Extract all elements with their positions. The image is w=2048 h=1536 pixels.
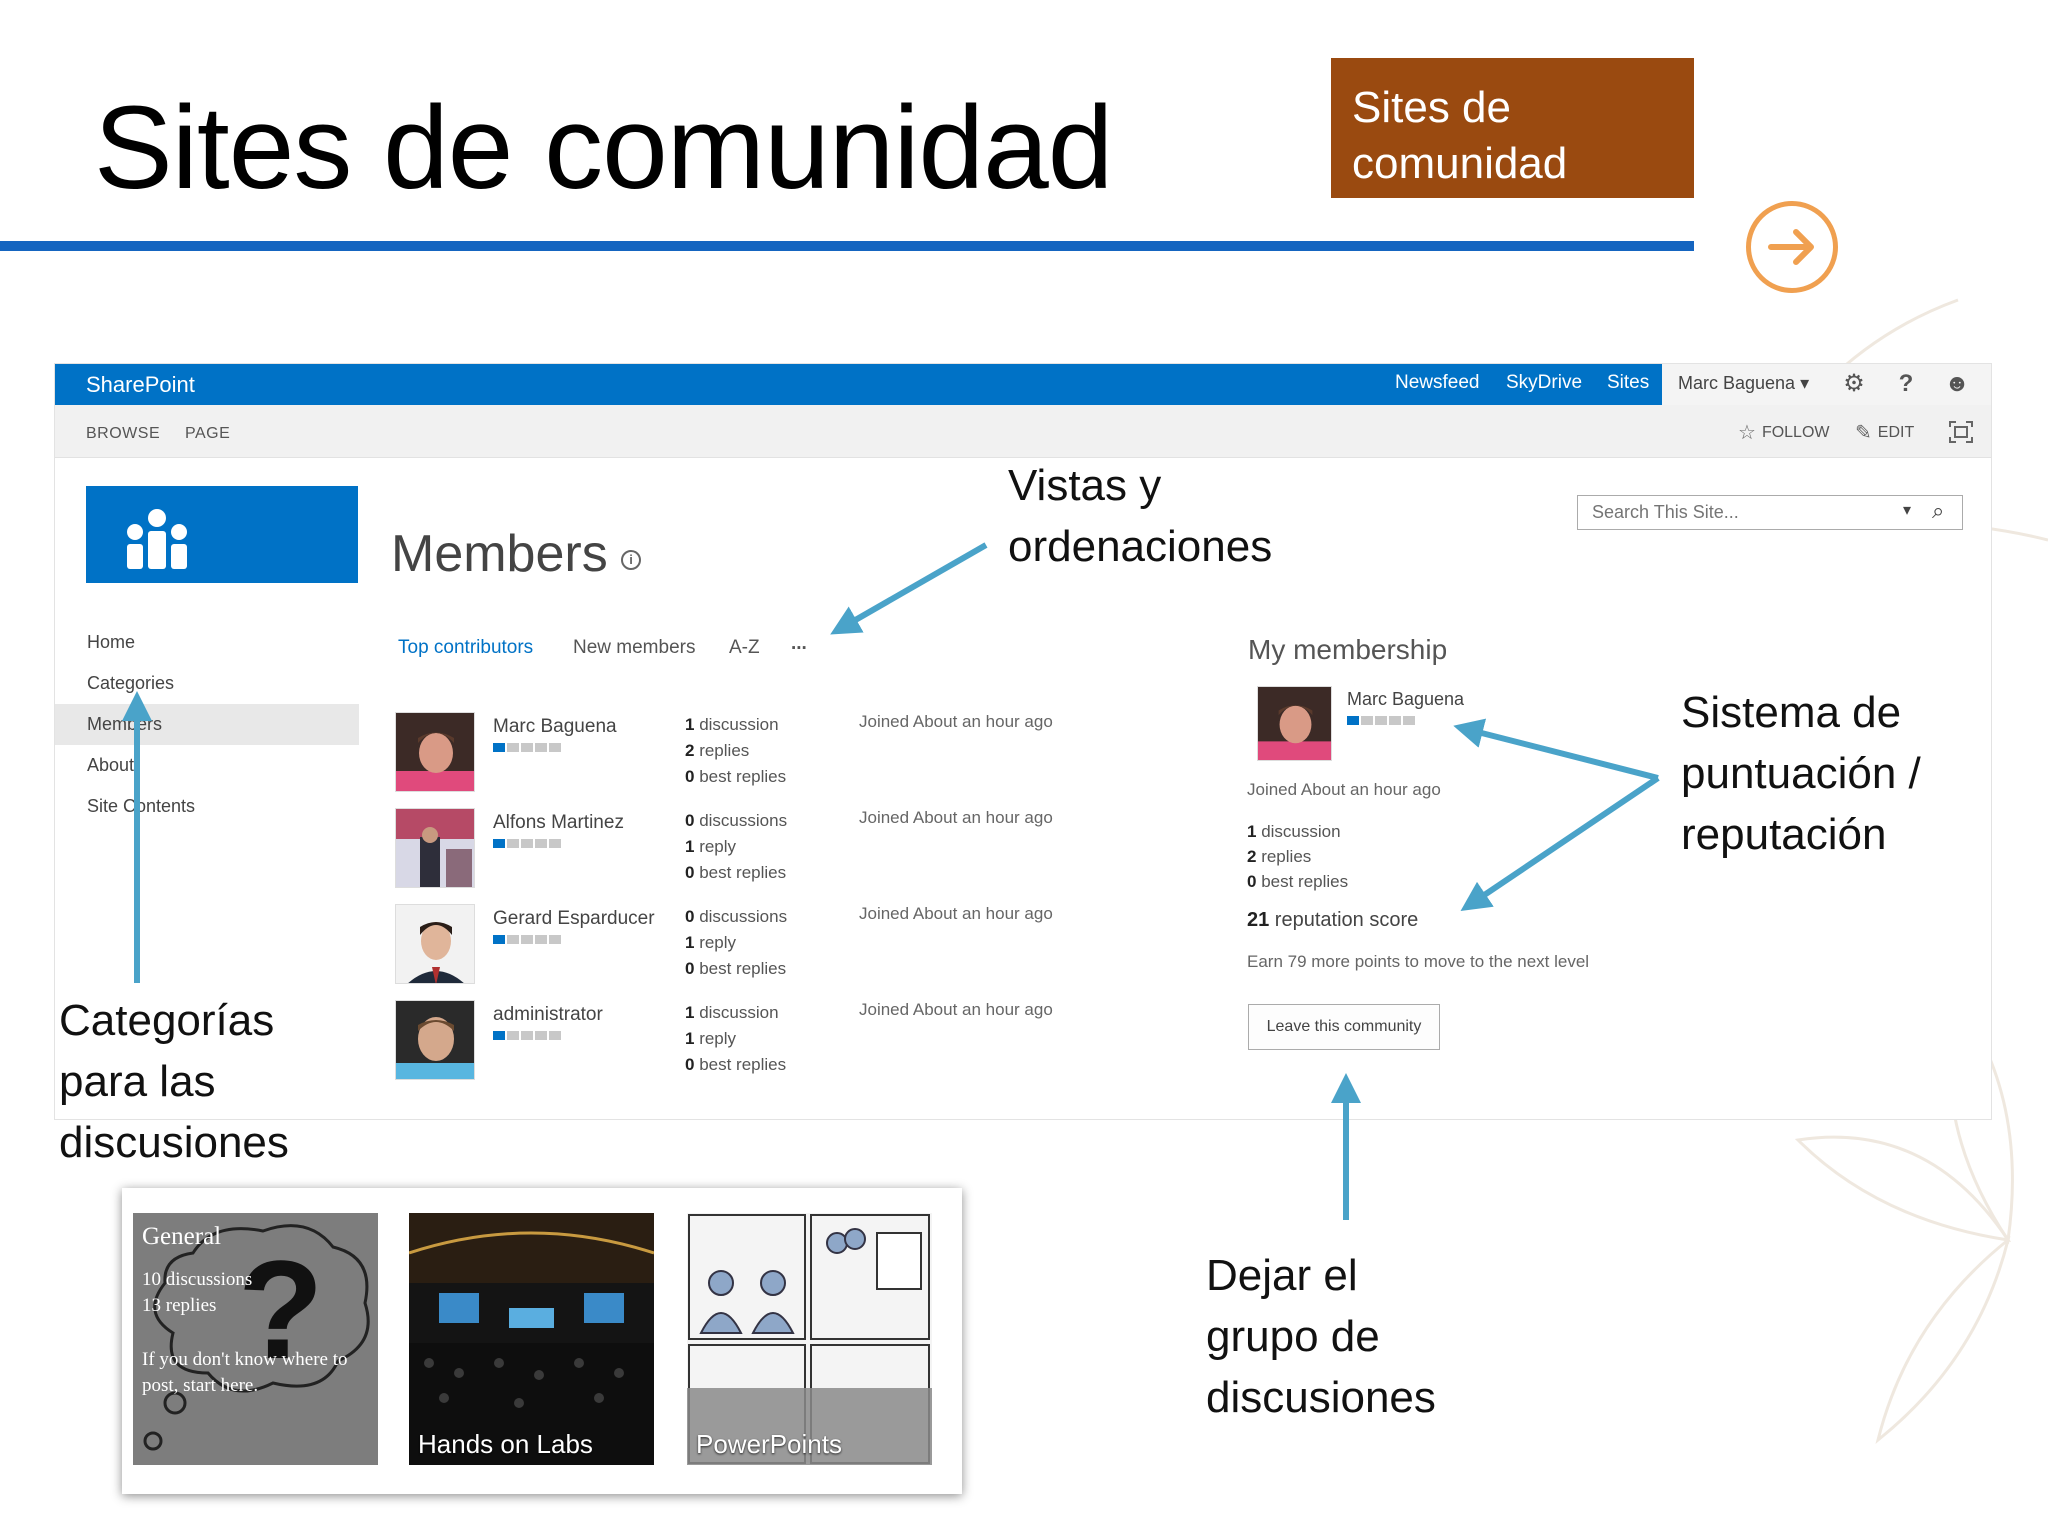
tile-general-title: General	[142, 1223, 222, 1250]
info-icon[interactable]: i	[621, 550, 641, 570]
member-joined: Joined About an hour ago	[859, 1000, 1053, 1019]
sharepoint-brand[interactable]: SharePoint	[86, 372, 195, 398]
member-name[interactable]: Gerard Esparducer	[493, 908, 655, 930]
nav-item-about[interactable]: About	[55, 745, 359, 786]
star-icon: ☆	[1738, 422, 1756, 444]
site-logo[interactable]	[86, 486, 358, 583]
avatar[interactable]	[395, 1000, 475, 1080]
view-new-members[interactable]: New members	[573, 637, 695, 659]
ribbon: BROWSE PAGE ☆ FOLLOW ✎ EDIT	[55, 405, 1991, 458]
leave-community-button[interactable]: Leave this community	[1248, 1004, 1440, 1050]
member-joined: Joined About an hour ago	[859, 808, 1053, 827]
focus-mode-icon[interactable]	[1948, 420, 1974, 444]
ribbon-tab-browse[interactable]: BROWSE	[86, 425, 160, 443]
member-row: administrator 1 discussion 1 reply 0 bes…	[395, 1000, 1053, 1090]
member-row: Gerard Esparducer 0 discussions 1 reply …	[395, 904, 1053, 994]
view-a-z[interactable]: A-Z	[729, 637, 760, 659]
category-tiles: ? General 10 discussions 13 replies If y…	[122, 1188, 962, 1494]
smiley-icon[interactable]: ☻	[1943, 370, 1971, 398]
membership-stats: 1 discussion 2 replies 0 best replies	[1247, 822, 1349, 891]
gear-icon[interactable]: ⚙	[1840, 370, 1868, 398]
suite-bar: SharePoint Newsfeed SkyDrive Sites Marc …	[55, 364, 1991, 405]
next-level-hint: Earn 79 more points to move to the next …	[1247, 952, 1590, 971]
membership-joined: Joined About an hour ago	[1247, 780, 1441, 799]
reputation-bar	[493, 743, 561, 752]
conference-photo	[409, 1213, 654, 1465]
member-row: Marc Baguena 1 discussion 2 replies 0 be…	[395, 712, 1053, 802]
top-nav-skydrive[interactable]: SkyDrive	[1506, 368, 1582, 398]
title-underline	[0, 241, 1694, 251]
tile-hands-on-labs[interactable]: Hands on Labs	[409, 1213, 654, 1465]
tile-powerpoints[interactable]: PowerPoints	[687, 1213, 932, 1465]
nav-item-categories[interactable]: Categories	[55, 663, 359, 704]
membership-reputation-bar	[1347, 716, 1415, 725]
nav-item-members[interactable]: Members	[55, 704, 359, 745]
search-icon[interactable]: ⌕	[1932, 498, 1944, 524]
nav-item-home[interactable]: Home	[55, 622, 359, 663]
search-box: ▾ ⌕	[1577, 495, 1963, 530]
user-menu[interactable]: Marc Baguena ▾	[1678, 373, 1809, 394]
annotation-views: Vistas y ordenaciones	[1008, 461, 1273, 571]
reputation-score: 21 reputation score	[1247, 909, 1419, 931]
ribbon-tab-page[interactable]: PAGE	[185, 425, 230, 443]
annotation-reputation: Sistema de puntuación / reputación	[1681, 688, 1921, 859]
member-name[interactable]: Alfons Martinez	[493, 812, 624, 834]
reputation-bar	[493, 935, 561, 944]
avatar[interactable]	[395, 712, 475, 792]
member-name[interactable]: administrator	[493, 1004, 603, 1026]
help-icon[interactable]: ?	[1892, 370, 1920, 398]
tile-general-desc1: If you don't know where to	[142, 1349, 348, 1370]
comic-strip-image	[687, 1213, 932, 1465]
tile-general[interactable]: ? General 10 discussions 13 replies If y…	[133, 1213, 378, 1465]
member-name[interactable]: Marc Baguena	[493, 716, 617, 738]
user-area: Marc Baguena ▾ ⚙ ? ☻	[1662, 364, 1991, 405]
member-row: Alfons Martinez 0 discussions 1 reply 0 …	[395, 808, 1053, 898]
search-input[interactable]	[1578, 496, 1898, 529]
left-navigation: Home Categories Members About Site Conte…	[55, 622, 359, 827]
chevron-down-icon[interactable]: ▾	[1903, 500, 1911, 520]
view-more-ellipsis[interactable]: ...	[791, 633, 807, 655]
tile-general-desc2: post, start here.	[142, 1375, 259, 1396]
annotation-leave: Dejar el grupo de discusiones	[1206, 1251, 1436, 1422]
edit-label: EDIT	[1877, 423, 1915, 441]
next-arrow-icon[interactable]	[1746, 201, 1838, 293]
membership-avatar[interactable]	[1257, 686, 1332, 761]
page-title: Members	[391, 525, 608, 583]
follow-label: FOLLOW	[1761, 423, 1830, 441]
tile-hands-on-labs-label: Hands on Labs	[418, 1429, 593, 1459]
section-tag: Sites de comunidad	[1331, 58, 1694, 198]
pencil-icon: ✎	[1855, 422, 1872, 444]
member-stats: 1 discussion 1 reply 0 best replies	[685, 1003, 787, 1074]
reputation-bar	[493, 839, 561, 848]
avatar[interactable]	[395, 904, 475, 984]
view-top-contributors[interactable]: Top contributors	[398, 637, 533, 659]
tile-general-discussions: 10 discussions	[142, 1269, 253, 1290]
membership-title: My membership	[1248, 634, 1448, 665]
member-joined: Joined About an hour ago	[859, 904, 1053, 923]
reputation-bar	[493, 1031, 561, 1040]
top-nav-sites[interactable]: Sites	[1607, 368, 1649, 398]
avatar[interactable]	[395, 808, 475, 888]
member-stats: 1 discussion 2 replies 0 best replies	[685, 715, 787, 786]
membership-name[interactable]: Marc Baguena	[1347, 689, 1464, 710]
people-icon	[127, 509, 187, 569]
member-joined: Joined About an hour ago	[859, 712, 1053, 731]
edit-button[interactable]: ✎ EDIT	[1855, 420, 1914, 445]
tile-general-replies: 13 replies	[142, 1295, 217, 1316]
member-stats: 0 discussions 1 reply 0 best replies	[685, 907, 788, 978]
slide-title: Sites de comunidad	[94, 82, 1113, 214]
annotation-categories: Categorías para las discusiones	[59, 996, 289, 1167]
tile-powerpoints-label: PowerPoints	[696, 1429, 842, 1459]
nav-item-site-contents[interactable]: Site Contents	[55, 786, 359, 827]
follow-button[interactable]: ☆ FOLLOW	[1738, 420, 1830, 445]
member-stats: 0 discussions 1 reply 0 best replies	[685, 811, 788, 882]
top-nav-newsfeed[interactable]: Newsfeed	[1395, 368, 1480, 398]
